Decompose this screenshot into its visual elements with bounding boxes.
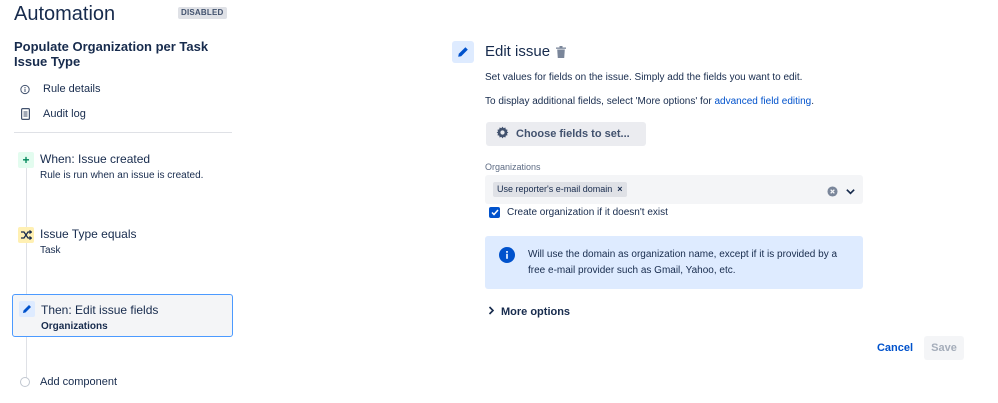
add-component-label: Add component bbox=[40, 376, 118, 388]
organizations-label: Organizations bbox=[485, 162, 541, 172]
rule-name: Populate Organization per Task Issue Typ… bbox=[14, 39, 209, 69]
choose-fields-label: Choose fields to set... bbox=[516, 128, 630, 140]
panel-description: Set values for fields on the issue. Simp… bbox=[485, 72, 803, 83]
gear-icon bbox=[496, 126, 509, 142]
component-title: Issue Type equals bbox=[40, 227, 137, 241]
sidebar-item-label: Audit log bbox=[43, 108, 86, 120]
choose-fields-button[interactable]: Choose fields to set... bbox=[486, 122, 646, 146]
component-title: Then: Edit issue fields bbox=[41, 303, 159, 317]
pencil-icon bbox=[19, 301, 35, 317]
tag-label: Use reporter's e-mail domain bbox=[497, 184, 613, 194]
clear-icon[interactable] bbox=[827, 184, 838, 202]
checkbox-checked-icon[interactable] bbox=[489, 207, 500, 218]
info-icon bbox=[20, 83, 30, 95]
panel-title: Edit issue bbox=[485, 43, 551, 60]
info-circle-icon bbox=[499, 247, 515, 268]
advanced-field-editing-link[interactable]: advanced field editing bbox=[715, 96, 812, 107]
info-message: Will use the domain as organization name… bbox=[485, 236, 863, 289]
checkbox-label: Create organization if it doesn't exist bbox=[507, 207, 668, 218]
component-subtitle: Organizations bbox=[41, 321, 108, 332]
pencil-icon bbox=[452, 41, 474, 63]
organization-tag: Use reporter's e-mail domain × bbox=[493, 182, 627, 197]
sidebar-item-label: Rule details bbox=[43, 83, 101, 95]
plus-icon: + bbox=[18, 152, 34, 168]
component-subtitle: Rule is run when an issue is created. bbox=[40, 170, 204, 181]
sidebar-item-audit-log[interactable]: Audit log bbox=[20, 105, 86, 123]
component-action-selected[interactable]: Then: Edit issue fields Organizations bbox=[12, 294, 233, 337]
remove-tag-icon[interactable]: × bbox=[617, 182, 622, 197]
organizations-select[interactable]: Use reporter's e-mail domain × bbox=[485, 175, 863, 204]
chevron-down-icon[interactable] bbox=[845, 184, 856, 202]
clipboard-icon bbox=[20, 108, 30, 120]
circle-icon bbox=[20, 377, 30, 387]
more-options-label: More options bbox=[501, 306, 571, 318]
more-options-toggle[interactable]: More options bbox=[488, 306, 570, 318]
status-badge: DISABLED bbox=[178, 7, 227, 19]
trash-icon[interactable] bbox=[556, 45, 566, 58]
timeline-line bbox=[26, 158, 27, 380]
additional-fields-hint: To display additional fields, select 'Mo… bbox=[485, 96, 814, 107]
divider bbox=[14, 132, 232, 133]
create-organization-checkbox-row[interactable]: Create organization if it doesn't exist bbox=[489, 207, 668, 218]
hint-text: To display additional fields, select 'Mo… bbox=[485, 96, 715, 107]
info-text: Will use the domain as organization name… bbox=[528, 249, 838, 276]
add-component-button[interactable]: Add component bbox=[20, 376, 117, 388]
chevron-right-icon bbox=[488, 306, 495, 318]
cancel-button[interactable]: Cancel bbox=[870, 336, 920, 360]
component-subtitle: Task bbox=[40, 245, 61, 256]
page-title: Automation bbox=[14, 3, 116, 25]
shuffle-icon bbox=[18, 227, 34, 243]
hint-suffix: . bbox=[811, 96, 815, 107]
sidebar-item-rule-details[interactable]: Rule details bbox=[20, 80, 100, 98]
component-title: When: Issue created bbox=[40, 152, 151, 166]
save-button[interactable]: Save bbox=[924, 336, 964, 360]
